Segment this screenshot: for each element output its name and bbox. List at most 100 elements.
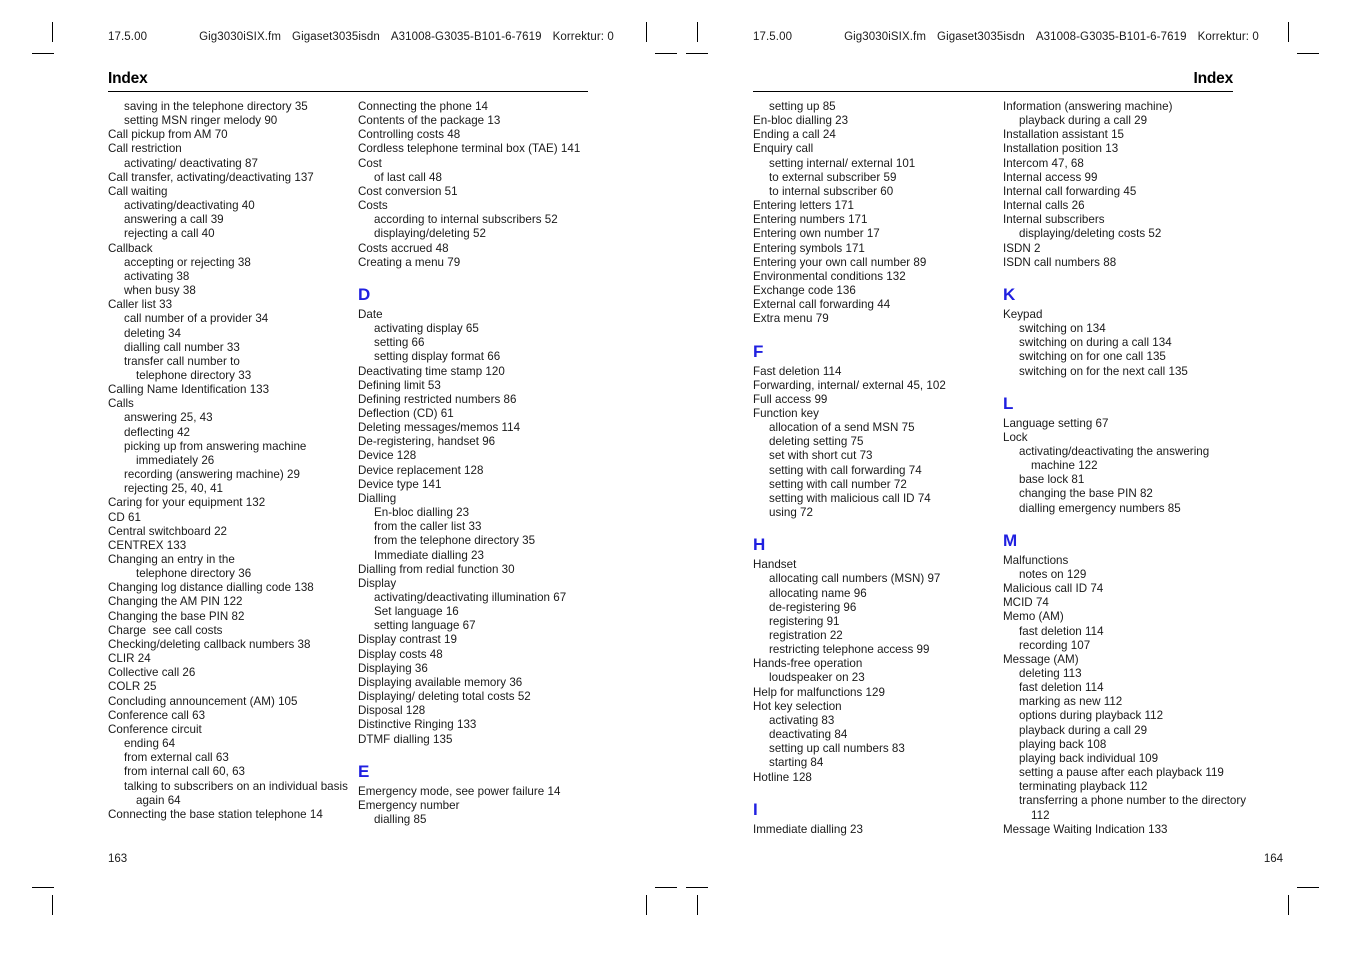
index-entry: Checking/deleting callback numbers 38	[108, 637, 311, 651]
running-header: 17.5.00 Gig3030iSIX.fm Gigaset3035isdn A310…	[108, 31, 614, 43]
index-entry: External call forwarding 44	[753, 298, 891, 312]
runhead-revision: Korrektur: 0	[1197, 31, 1259, 43]
index-subentry: saving in the telephone directory 35	[124, 100, 308, 113]
index-subentry: from external call 63	[124, 751, 229, 765]
page-heading-rule: Index	[108, 70, 588, 92]
index-entry: Hot key selection	[753, 699, 842, 713]
index-subentry: dialling 85	[374, 813, 427, 827]
index-entry: Cordless telephone terminal box (TAE) 14…	[358, 142, 581, 156]
index-columns: saving in the telephone directory 35 sett…	[108, 100, 638, 827]
index-subentry: starting 84	[769, 756, 824, 770]
index-entry: COLR 25	[108, 680, 157, 694]
index-subentry: deactivating 84	[769, 728, 848, 742]
index-entry: Entering letters 171	[753, 199, 854, 213]
index-column: setting up 85 En-bloc dialling 23 Ending a…	[753, 100, 1003, 837]
index-column: saving in the telephone directory 35 sett…	[108, 100, 358, 827]
index-subentry: fast deletion 114	[1019, 681, 1104, 695]
runhead-product: Gigaset3035isdn	[292, 31, 380, 43]
crop-mark-vertical	[52, 895, 53, 915]
runhead-part-number: A31008-G3035-B101-6-7619	[390, 31, 542, 43]
index-subentry: using 72	[769, 506, 813, 520]
index-entry: Calling Name Identification 133	[108, 383, 270, 397]
index-entry: Call pickup from AM 70	[108, 128, 228, 142]
index-entry: Installation assistant 15	[1003, 128, 1125, 142]
index-entry: Exchange code 136	[753, 284, 856, 298]
runhead-file: Gig3030iSIX.fm	[844, 31, 927, 43]
index-entry: Full access 99	[753, 392, 828, 406]
index-subentry: rejecting a call 40	[124, 227, 215, 241]
index-subentry: telephone directory 33	[136, 368, 252, 382]
index-subentry: transfer call number to	[124, 354, 240, 368]
crop-mark-horizontal	[32, 887, 54, 888]
index-subentry: switching on for one call 135	[1019, 350, 1166, 364]
index-subentry: Immediate dialling 23	[374, 548, 484, 562]
index-entry: Information (answering machine)	[1003, 100, 1173, 113]
index-letter-heading: F	[753, 341, 764, 361]
index-entry: CENTREX 133	[108, 538, 187, 552]
index-entry: Device 128	[358, 449, 417, 463]
index-entry: Enquiry call	[753, 142, 814, 156]
page-title: Index	[1193, 70, 1234, 87]
index-subentry: from the caller list 33	[374, 520, 482, 534]
index-entry: Device replacement 128	[358, 463, 484, 477]
index-entry: Help for malfunctions 129	[753, 685, 885, 699]
index-subentry: activating/deactivating 40	[124, 199, 255, 213]
index-entry: Ending a call 24	[753, 128, 836, 142]
index-subentry: En-bloc dialling 23	[374, 506, 470, 520]
index-subentry: when busy 38	[124, 284, 196, 298]
index-entry: Lock	[1003, 430, 1028, 444]
index-entry: Device type 141	[358, 477, 442, 491]
index-subentry: according to internal subscribers 52	[374, 213, 558, 227]
index-subentry: deleting setting 75	[769, 435, 864, 449]
index-subentry: de-registering 96	[769, 600, 857, 614]
index-entry: Language setting 67	[1003, 416, 1109, 430]
index-entry: Malfunctions	[1003, 553, 1069, 567]
index-subentry: machine 122	[1031, 459, 1098, 473]
page-164: 17.5.00 Gig3030iSIX.fm Gigaset3035isdn A310…	[723, 0, 1313, 954]
index-entry: Deactivating time stamp 120	[358, 364, 505, 378]
crop-mark-vertical	[697, 895, 698, 915]
index-subentry: immediately 26	[136, 453, 215, 467]
index-entry: Changing an entry in the	[108, 553, 235, 566]
index-subentry: registering 91	[769, 614, 840, 628]
index-entry: Intercom 47, 68	[1003, 156, 1084, 170]
index-entry: Environmental conditions 132	[753, 269, 906, 283]
index-entry: Cost conversion 51	[358, 184, 458, 198]
index-entry: Immediate dialling 23	[753, 822, 863, 836]
index-entry: Changing log distance dialling code 138	[108, 581, 314, 595]
crop-mark-vertical	[52, 22, 53, 42]
index-subentry: dialling call number 33	[124, 340, 240, 354]
index-subentry: activating/deactivating the answering	[1019, 444, 1210, 458]
index-entry: Dialling	[358, 491, 397, 505]
index-subentry: playing back 108	[1019, 737, 1107, 751]
index-subentry: activating display 65	[374, 322, 479, 336]
index-subentry: recording (answering machine) 29	[124, 468, 300, 482]
index-entry: CD 61	[108, 510, 141, 524]
index-entry: Conference call 63	[108, 708, 206, 722]
index-subentry: setting display format 66	[374, 350, 501, 364]
index-subentry: allocating call numbers (MSN) 97	[769, 572, 941, 586]
index-subentry: setting with malicious call ID 74	[769, 491, 931, 505]
crop-mark-horizontal	[686, 887, 708, 888]
index-entry: Cost	[358, 156, 382, 170]
index-letter-heading: K	[1003, 284, 1016, 304]
index-entry: Display contrast 19	[358, 633, 457, 647]
index-entry: Entering own number 17	[753, 227, 880, 241]
index-subentry: registration 22	[769, 629, 843, 642]
index-entry: ISDN call numbers 88	[1003, 255, 1117, 269]
index-entry: Disposal 128	[358, 704, 426, 718]
index-entry: Entering symbols 171	[753, 241, 865, 255]
index-entry: Displaying available memory 36	[358, 675, 523, 689]
index-entry: Deflection (CD) 61	[358, 406, 454, 420]
index-subentry: marking as new 112	[1019, 695, 1123, 709]
runhead-date: 17.5.00	[108, 31, 148, 43]
index-subentry: activating/deactivating illumination 67	[374, 591, 567, 604]
runhead-date: 17.5.00	[753, 31, 793, 43]
index-entry: Caller list 33	[108, 298, 173, 312]
index-entry: Installation position 13	[1003, 142, 1119, 156]
index-subentry: activating 38	[124, 269, 190, 283]
index-subentry: dialling emergency numbers 85	[1019, 501, 1181, 515]
index-entry: DTMF dialling 135	[358, 732, 453, 746]
index-entry: MCID 74	[1003, 596, 1049, 610]
index-subentry: setting 66	[374, 336, 425, 350]
